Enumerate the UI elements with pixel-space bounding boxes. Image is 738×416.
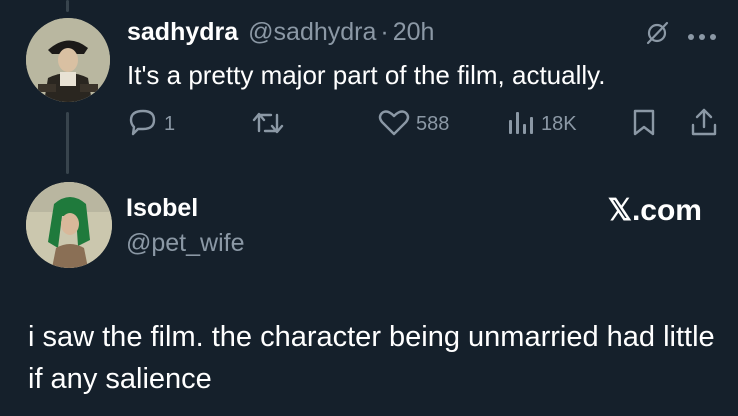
avatar-isobel[interactable]	[26, 182, 112, 268]
avatar-sadhydra[interactable]	[26, 18, 110, 102]
grok-icon	[644, 20, 670, 51]
views-count: 18K	[541, 113, 577, 135]
thread-line-bottom	[66, 112, 69, 174]
views-icon	[507, 108, 535, 141]
like-icon	[378, 108, 410, 141]
reply-button[interactable]: 1	[128, 108, 175, 141]
grok-button[interactable]	[644, 20, 670, 51]
handle[interactable]: @sadhydra	[248, 18, 376, 47]
display-name[interactable]: Isobel	[126, 194, 198, 223]
reply-count: 1	[164, 113, 176, 135]
views-button[interactable]: 18K	[507, 108, 577, 141]
thread-line-top	[66, 0, 69, 12]
bookmark-button[interactable]	[632, 108, 656, 141]
like-button[interactable]: 588	[378, 108, 449, 141]
bookmark-icon	[632, 108, 656, 141]
tweet-text: i saw the film. the character being unma…	[28, 321, 715, 395]
retweet-button[interactable]	[251, 109, 285, 142]
handle[interactable]: @pet_wife	[126, 229, 245, 258]
retweet-icon	[251, 109, 285, 142]
more-icon	[687, 28, 717, 46]
more-button[interactable]	[687, 28, 717, 46]
timestamp[interactable]: 20h	[393, 18, 435, 47]
like-count: 588	[416, 113, 450, 135]
share-icon	[690, 107, 718, 142]
reply-icon	[128, 108, 158, 141]
x-logo-source: 𝕏.com	[607, 194, 702, 227]
tweet-text: It's a pretty major part of the film, ac…	[127, 60, 606, 90]
share-button[interactable]	[690, 107, 718, 142]
display-name[interactable]: sadhydra	[127, 18, 238, 47]
separator: ·	[380, 18, 389, 46]
tweet-header: sadhydra @sadhydra · 20h	[127, 18, 434, 47]
